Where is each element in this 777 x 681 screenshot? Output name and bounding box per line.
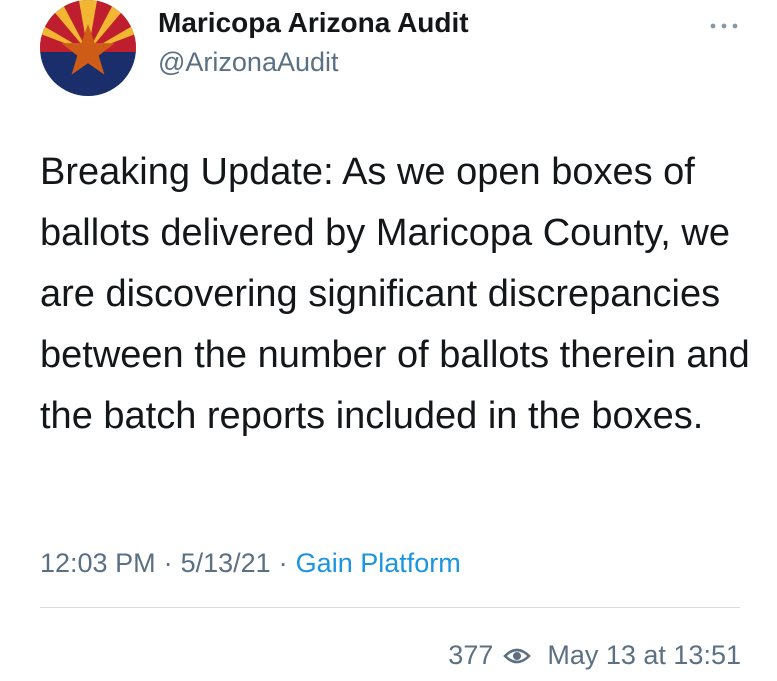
divider — [40, 607, 740, 608]
tweet-time[interactable]: 12:03 PM — [40, 548, 156, 578]
eye-icon — [503, 646, 532, 666]
tweet-text: Breaking Update: As we open boxes of bal… — [40, 151, 750, 437]
author-handle[interactable]: @ArizonaAudit — [158, 47, 339, 78]
arizona-flag-avatar-icon — [40, 0, 136, 96]
more-horizontal-icon — [710, 23, 738, 29]
more-options-button[interactable] — [706, 16, 742, 36]
tweet-source-link[interactable]: Gain Platform — [296, 548, 461, 578]
author-name[interactable]: Maricopa Arizona Audit — [158, 7, 469, 39]
footer: 377 May 13 at 13:51 — [448, 640, 741, 671]
tweet-meta: 12:03 PM · 5/13/21 · Gain Platform — [40, 548, 461, 579]
tweet-date[interactable]: 5/13/21 — [181, 548, 271, 578]
view-count: 377 — [448, 640, 494, 670]
meta-separator: · — [278, 548, 288, 578]
post-timestamp: May 13 at 13:51 — [547, 640, 741, 670]
tweet-card: Maricopa Arizona Audit @ArizonaAudit Bre… — [0, 0, 777, 681]
avatar[interactable] — [40, 0, 136, 96]
meta-separator: · — [163, 548, 173, 578]
